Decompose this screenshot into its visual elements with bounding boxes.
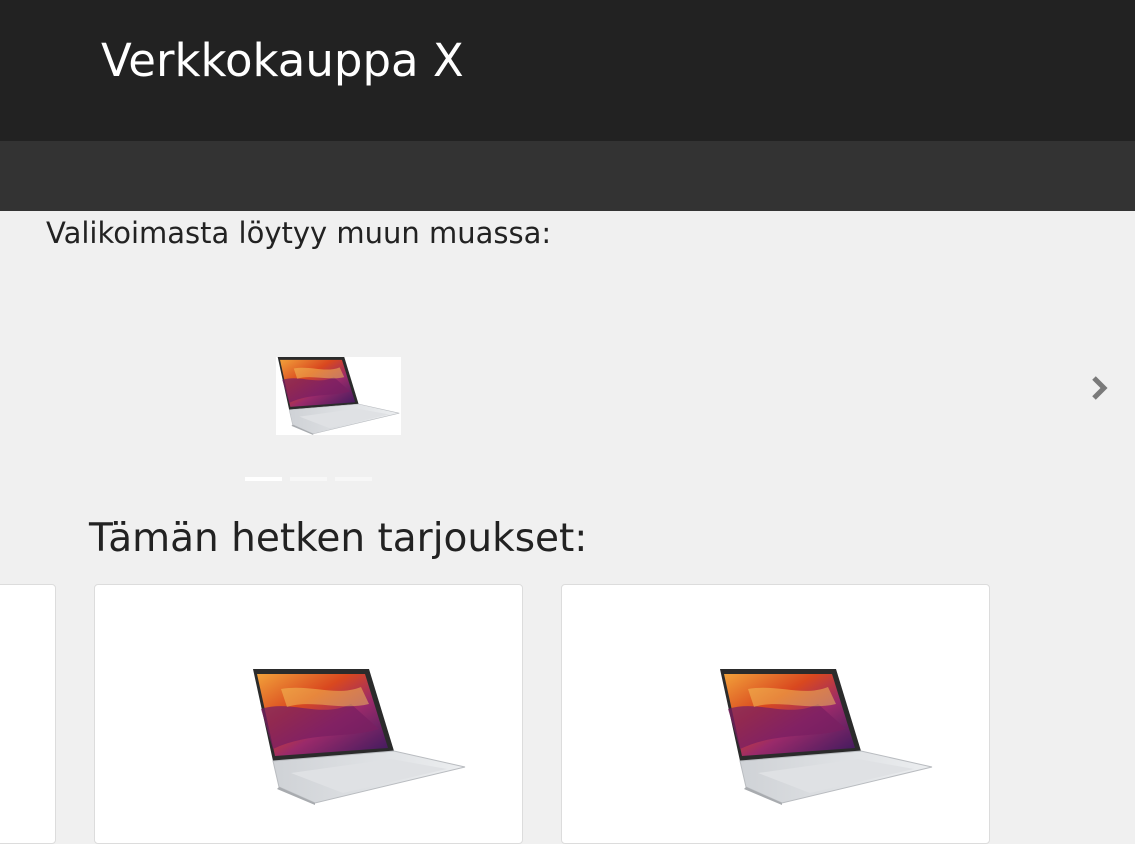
carousel-indicator-2[interactable]	[290, 477, 327, 481]
selection-heading: Valikoimasta löytyy muun muassa:	[46, 216, 552, 250]
carousel-indicator-1[interactable]	[245, 477, 282, 481]
carousel-next-button[interactable]	[1086, 372, 1112, 404]
carousel-slide-image[interactable]	[276, 357, 401, 435]
site-header: Verkkokauppa X	[0, 0, 1135, 141]
offers-heading: Tämän hetken tarjoukset:	[89, 516, 588, 561]
navbar	[0, 141, 1135, 211]
laptop-image	[252, 669, 466, 805]
laptop-image	[277, 357, 400, 435]
offer-card[interactable]	[94, 584, 523, 844]
offer-card[interactable]	[0, 584, 56, 844]
carousel-indicator-3[interactable]	[335, 477, 372, 481]
product-carousel	[0, 260, 1135, 490]
chevron-right-icon	[1092, 376, 1108, 400]
offer-card[interactable]	[561, 584, 990, 844]
site-title[interactable]: Verkkokauppa X	[101, 36, 464, 86]
laptop-image	[719, 669, 933, 805]
